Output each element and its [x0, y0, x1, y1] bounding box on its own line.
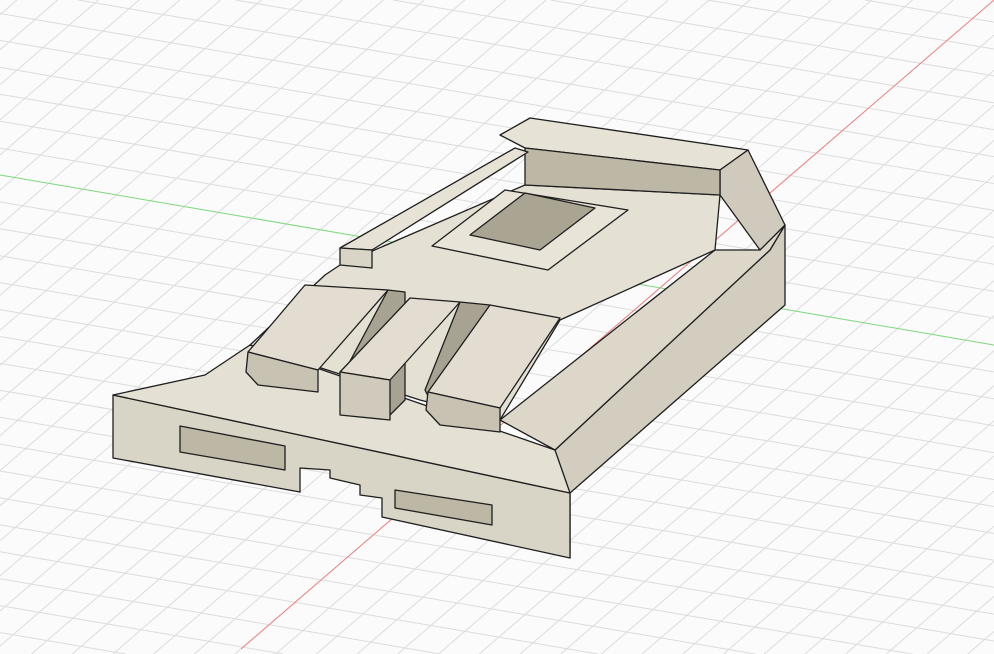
- model-center-finger-end: [339, 371, 391, 421]
- model-back-block-side: [719, 149, 786, 251]
- model-rail-front: [339, 247, 373, 269]
- 3d-viewport[interactable]: [0, 0, 994, 654]
- 3d-model[interactable]: [0, 0, 994, 654]
